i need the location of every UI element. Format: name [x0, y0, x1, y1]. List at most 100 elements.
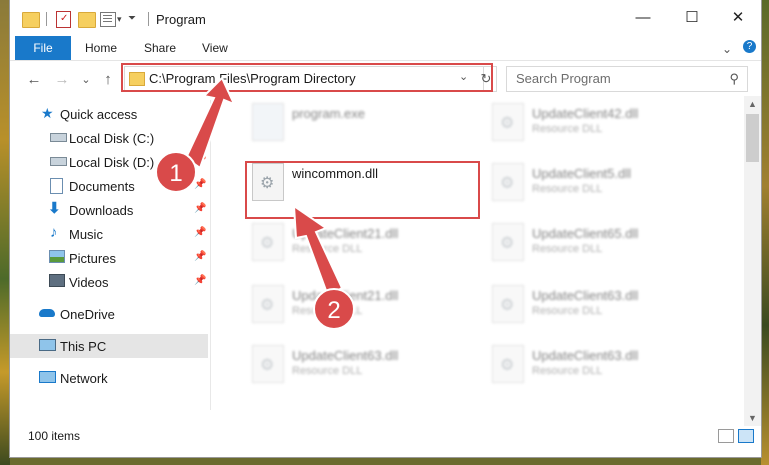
dll-file-icon: ⚙: [492, 163, 524, 201]
dll-file-icon: ⚙: [252, 285, 284, 323]
details-view-icon[interactable]: [718, 429, 734, 443]
pin-icon[interactable]: 📌: [194, 179, 206, 190]
close-button[interactable]: ✕: [715, 0, 761, 36]
sidebar-item-documents[interactable]: Documents 📌: [10, 174, 208, 198]
sidebar-item-network[interactable]: Network: [10, 366, 208, 390]
music-icon: ♪: [50, 224, 58, 241]
file-type: Resource DLL: [292, 305, 363, 317]
customize-toolbar-icon[interactable]: ⏷: [128, 13, 136, 24]
scrollbar-thumb[interactable]: [746, 114, 759, 162]
list-item[interactable]: ⚙ UpdateClient21.dll Resource DLL: [244, 215, 474, 269]
sidebar-item-label: Network: [60, 371, 108, 386]
navigation-pane: ★ Quick access Local Disk (C:) 📌 Local D…: [10, 100, 210, 410]
sidebar-item-label: Documents: [69, 179, 135, 194]
drive-icon: [50, 133, 67, 142]
dropdown-icon[interactable]: ▾: [117, 14, 122, 25]
maximize-button[interactable]: ☐: [669, 0, 715, 36]
file-name: UpdateClient63.dll: [292, 348, 399, 363]
sidebar-item-videos[interactable]: Videos 📌: [10, 270, 208, 294]
scroll-down-icon[interactable]: ▼: [744, 410, 761, 426]
pin-icon[interactable]: 📌: [194, 227, 206, 238]
file-name: program.exe: [292, 106, 365, 121]
sidebar-item-quick-access[interactable]: ★ Quick access: [10, 102, 208, 126]
videos-icon: [49, 274, 65, 287]
exe-file-icon: [252, 103, 284, 141]
new-folder-icon[interactable]: [78, 12, 96, 28]
sidebar-item-label: Videos: [69, 275, 109, 290]
folder-icon: [22, 12, 40, 28]
tab-view[interactable]: View: [202, 36, 228, 60]
pin-icon[interactable]: 📌: [194, 203, 206, 214]
file-name: UpdateClient21.dll: [292, 226, 399, 241]
sidebar-item-label: Local Disk (D:): [69, 155, 155, 170]
star-icon: ★: [41, 105, 54, 121]
sidebar-item-label: Music: [69, 227, 103, 242]
expand-ribbon-icon[interactable]: ⌄: [722, 42, 732, 56]
dll-file-icon: ⚙: [492, 223, 524, 261]
sidebar-item-pictures[interactable]: Pictures 📌: [10, 246, 208, 270]
list-item[interactable]: ⚙ UpdateClient63.dll Resource DLL: [244, 337, 474, 391]
sidebar-item-music[interactable]: ♪ Music 📌: [10, 222, 208, 246]
pin-icon[interactable]: 📌: [194, 155, 206, 166]
list-item[interactable]: ⚙ UpdateClient63.dll Resource DLL: [484, 337, 714, 391]
tab-share[interactable]: Share: [144, 36, 176, 60]
pin-icon[interactable]: 📌: [194, 131, 206, 142]
large-icons-view-icon[interactable]: [738, 429, 754, 443]
file-name: UpdateClient63.dll: [532, 348, 639, 363]
vertical-scrollbar[interactable]: ▲ ▼: [744, 96, 761, 426]
pane-divider[interactable]: [210, 100, 211, 410]
address-highlight-box: [121, 63, 493, 92]
file-type: Resource DLL: [292, 365, 363, 377]
list-item[interactable]: ⚙ UpdateClient5.dll Resource DLL: [484, 155, 714, 209]
sidebar-item-label: OneDrive: [60, 307, 115, 322]
sidebar-item-downloads[interactable]: ⬇ Downloads 📌: [10, 198, 208, 222]
tab-home[interactable]: Home: [85, 36, 117, 60]
pictures-icon: [49, 250, 65, 263]
search-placeholder: Search Program: [516, 71, 611, 86]
pin-icon[interactable]: 📌: [194, 275, 206, 286]
file-name: UpdateClient5.dll: [532, 166, 632, 181]
scroll-up-icon[interactable]: ▲: [744, 96, 761, 112]
divider: [148, 12, 149, 26]
help-icon[interactable]: ?: [743, 40, 756, 53]
view-options-icon[interactable]: [100, 12, 116, 27]
list-item[interactable]: ⚙ UpdateClient42.dll Resource DLL: [484, 95, 714, 149]
forward-button[interactable]: →: [52, 70, 72, 90]
properties-icon[interactable]: ✓: [56, 11, 71, 28]
sidebar-item-local-disk-c[interactable]: Local Disk (C:) 📌: [10, 126, 208, 150]
network-icon: [39, 371, 56, 383]
list-item[interactable]: ⚙ UpdateClient63.dll Resource DLL: [484, 277, 714, 331]
dll-file-icon: ⚙: [492, 345, 524, 383]
list-item[interactable]: program.exe: [244, 95, 474, 149]
list-item[interactable]: ⚙ UpdateClient21.dll Resource DLL: [244, 277, 474, 331]
dll-file-icon: ⚙: [252, 223, 284, 261]
list-item[interactable]: ⚙ UpdateClient65.dll Resource DLL: [484, 215, 714, 269]
cloud-icon: [39, 309, 55, 317]
title-bar: ✓ ▾ ⏷ Program — ☐ ✕: [10, 0, 761, 36]
download-icon: ⬇: [48, 200, 61, 217]
sidebar-item-onedrive[interactable]: OneDrive: [10, 302, 208, 326]
search-icon: ⚲: [729, 71, 739, 86]
sidebar-item-label: Local Disk (C:): [69, 131, 155, 146]
pin-icon[interactable]: 📌: [194, 251, 206, 262]
minimize-button[interactable]: —: [620, 0, 666, 36]
ribbon-bar: [10, 36, 761, 61]
file-type: Resource DLL: [532, 305, 603, 317]
sidebar-item-label: This PC: [60, 339, 107, 354]
recent-locations-button[interactable]: ⌄: [76, 70, 96, 90]
tab-file[interactable]: File: [15, 36, 71, 60]
documents-icon: [50, 178, 63, 194]
explorer-window: ✓ ▾ ⏷ Program — ☐ ✕ File Home Share View…: [10, 0, 761, 457]
sidebar-item-local-disk-d[interactable]: Local Disk (D:) 📌: [10, 150, 208, 174]
drive-icon: [50, 157, 67, 166]
file-type: Resource DLL: [532, 123, 603, 135]
sidebar-item-this-pc[interactable]: This PC: [10, 334, 208, 358]
up-button[interactable]: ↑: [98, 70, 118, 90]
computer-icon: [39, 339, 56, 351]
file-list: program.exe ⚙ UpdateClient42.dll Resourc…: [220, 95, 745, 415]
sidebar-item-label: Pictures: [69, 251, 116, 266]
dll-file-icon: ⚙: [492, 103, 524, 141]
search-input[interactable]: Search Program ⚲: [506, 66, 748, 92]
file-highlight-box: [245, 161, 480, 219]
back-button[interactable]: ←: [24, 70, 44, 90]
